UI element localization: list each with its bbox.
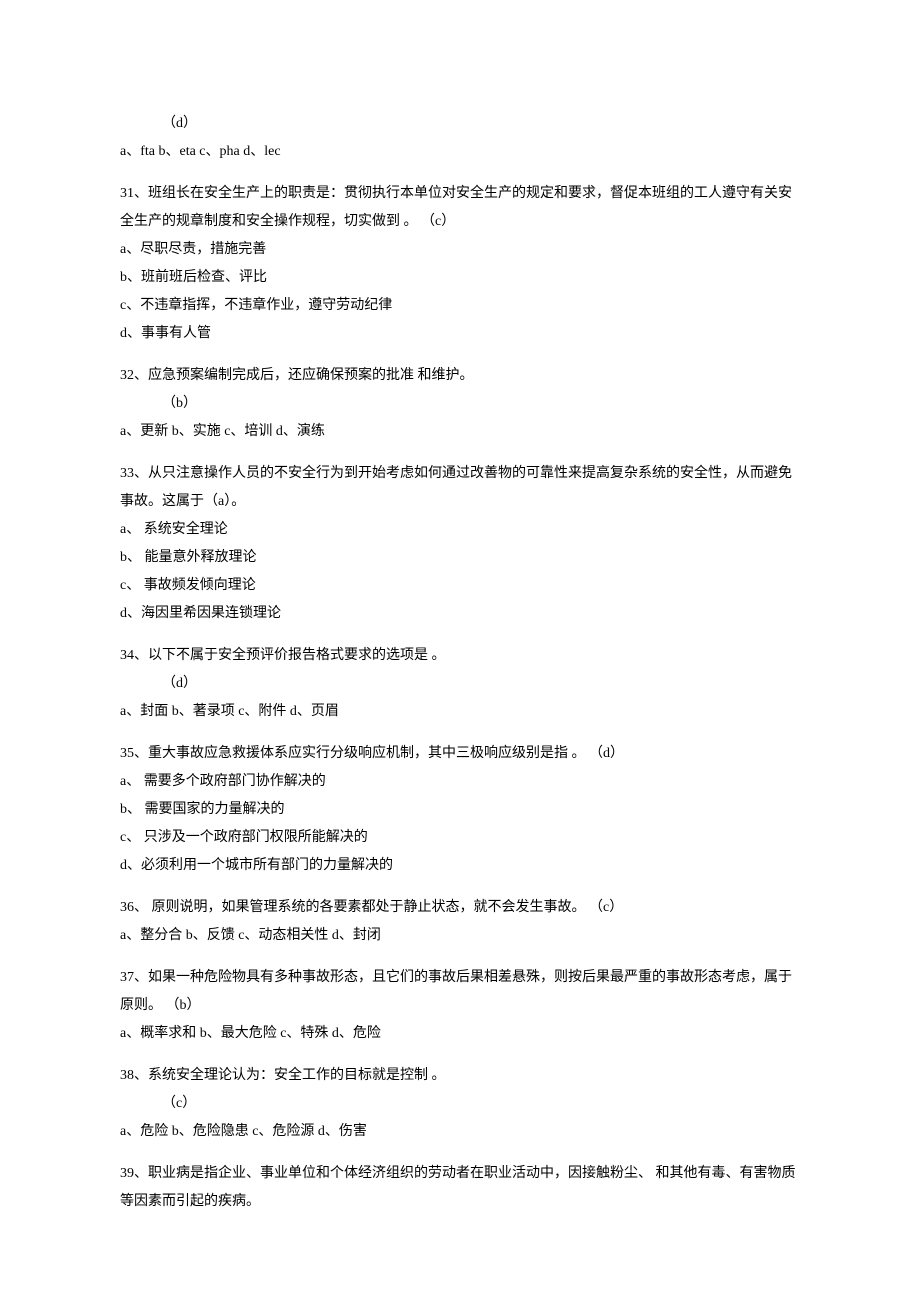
q32-options: a、更新 b、实施 c、培训 d、演练 xyxy=(120,418,800,446)
q35-opt-c: c、 只涉及一个政府部门权限所能解决的 xyxy=(120,824,800,852)
q31: 31、班组长在安全生产上的职责是：贯彻执行本单位对安全生产的规定和要求，督促本班… xyxy=(120,180,800,348)
q38-stem: 38、系统安全理论认为：安全工作的目标就是控制 。 xyxy=(120,1062,800,1090)
q30-answer: （d） xyxy=(120,110,800,138)
q33-opt-a: a、 系统安全理论 xyxy=(120,516,800,544)
q35-opt-d: d、必须利用一个城市所有部门的力量解决的 xyxy=(120,852,800,880)
q33-opt-b: b、 能量意外释放理论 xyxy=(120,544,800,572)
q31-opt-c: c、不违章指挥，不违章作业，遵守劳动纪律 xyxy=(120,292,800,320)
page-container: （d） a、fta b、eta c、pha d、lec 31、班组长在安全生产上… xyxy=(0,0,920,1302)
q32-stem: 32、应急预案编制完成后，还应确保预案的批准 和维护。 xyxy=(120,362,800,390)
q34-stem: 34、以下不属于安全预评价报告格式要求的选项是 。 xyxy=(120,642,800,670)
q33-opt-c: c、 事故频发倾向理论 xyxy=(120,572,800,600)
q37-options: a、概率求和 b、最大危险 c、特殊 d、危险 xyxy=(120,1020,800,1048)
q35-opt-b: b、 需要国家的力量解决的 xyxy=(120,796,800,824)
q37: 37、如果一种危险物具有多种事故形态，且它们的事故后果相差悬殊，则按后果最严重的… xyxy=(120,964,800,1048)
q38-options: a、危险 b、危险隐患 c、危险源 d、伤害 xyxy=(120,1118,800,1146)
q33-opt-d: d、海因里希因果连锁理论 xyxy=(120,600,800,628)
q31-opt-d: d、事事有人管 xyxy=(120,320,800,348)
q38-answer: （c） xyxy=(120,1090,800,1118)
q35-opt-a: a、 需要多个政府部门协作解决的 xyxy=(120,768,800,796)
q39-stem: 39、职业病是指企业、事业单位和个体经济组织的劳动者在职业活动中，因接触粉尘、 … xyxy=(120,1160,800,1216)
q34-answer: （d） xyxy=(120,670,800,698)
q37-stem: 37、如果一种危险物具有多种事故形态，且它们的事故后果相差悬殊，则按后果最严重的… xyxy=(120,964,800,1020)
q38: 38、系统安全理论认为：安全工作的目标就是控制 。 （c） a、危险 b、危险隐… xyxy=(120,1062,800,1146)
q36-stem: 36、 原则说明，如果管理系统的各要素都处于静止状态，就不会发生事故。 （c） xyxy=(120,894,800,922)
q32-answer: （b） xyxy=(120,390,800,418)
q31-opt-b: b、班前班后检查、评比 xyxy=(120,264,800,292)
q34: 34、以下不属于安全预评价报告格式要求的选项是 。 （d） a、封面 b、著录项… xyxy=(120,642,800,726)
q35: 35、重大事故应急救援体系应实行分级响应机制，其中三极响应级别是指 。 （d） … xyxy=(120,740,800,880)
q33: 33、从只注意操作人员的不安全行为到开始考虑如何通过改善物的可靠性来提高复杂系统… xyxy=(120,460,800,628)
q32: 32、应急预案编制完成后，还应确保预案的批准 和维护。 （b） a、更新 b、实… xyxy=(120,362,800,446)
q39: 39、职业病是指企业、事业单位和个体经济组织的劳动者在职业活动中，因接触粉尘、 … xyxy=(120,1160,800,1216)
q35-stem: 35、重大事故应急救援体系应实行分级响应机制，其中三极响应级别是指 。 （d） xyxy=(120,740,800,768)
q31-stem: 31、班组长在安全生产上的职责是：贯彻执行本单位对安全生产的规定和要求，督促本班… xyxy=(120,180,800,236)
q36-options: a、整分合 b、反馈 c、动态相关性 d、封闭 xyxy=(120,922,800,950)
q30-options: a、fta b、eta c、pha d、lec xyxy=(120,138,800,166)
q31-opt-a: a、尽职尽责，措施完善 xyxy=(120,236,800,264)
q36: 36、 原则说明，如果管理系统的各要素都处于静止状态，就不会发生事故。 （c） … xyxy=(120,894,800,950)
q33-stem: 33、从只注意操作人员的不安全行为到开始考虑如何通过改善物的可靠性来提高复杂系统… xyxy=(120,460,800,516)
q34-options: a、封面 b、著录项 c、附件 d、页眉 xyxy=(120,698,800,726)
